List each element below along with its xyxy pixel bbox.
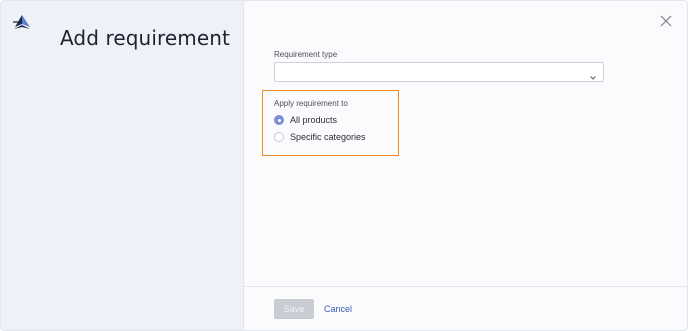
- requirement-type-select[interactable]: [274, 62, 604, 82]
- dialog-content: Requirement type Apply requirement to Al…: [244, 1, 687, 330]
- page-title: Add requirement: [60, 26, 230, 50]
- save-button[interactable]: Save: [274, 299, 314, 319]
- apply-to-label: Apply requirement to: [274, 99, 348, 108]
- radio-all-products[interactable]: All products: [274, 113, 337, 127]
- radio-specific-categories[interactable]: Specific categories: [274, 130, 366, 144]
- radio-button-unchecked[interactable]: [274, 132, 284, 142]
- radio-button-checked[interactable]: [274, 115, 284, 125]
- close-icon[interactable]: [658, 13, 674, 29]
- cancel-button[interactable]: Cancel: [324, 304, 352, 314]
- radio-label-specific-categories: Specific categories: [290, 132, 366, 142]
- compass-logo-icon: [11, 14, 33, 32]
- dialog-sidebar: Add requirement: [1, 1, 244, 330]
- dialog: Add requirement Requirement type Apply r…: [0, 0, 688, 331]
- chevron-down-icon: [589, 69, 597, 80]
- requirement-type-label: Requirement type: [274, 50, 338, 59]
- footer-divider: [244, 286, 687, 287]
- radio-label-all-products: All products: [290, 115, 338, 125]
